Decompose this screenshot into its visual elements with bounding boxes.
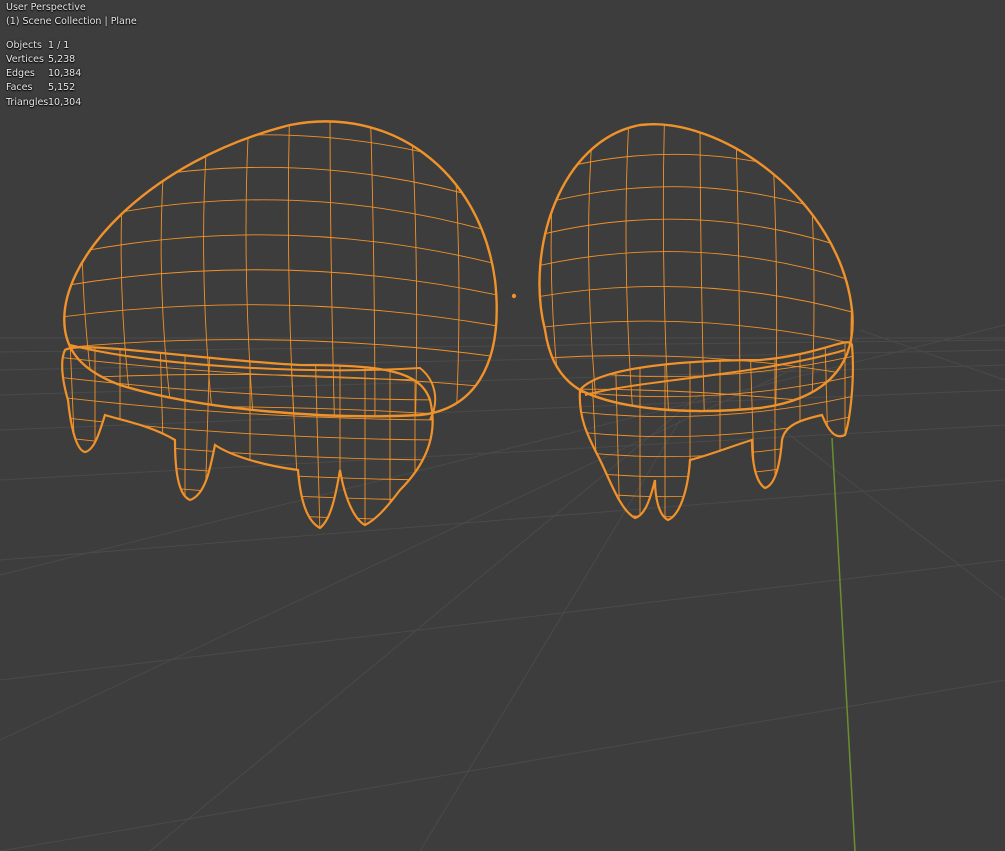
scene-context: (1) Scene Collection | Plane xyxy=(6,16,137,28)
stat-row-triangles: Triangles 10,304 xyxy=(6,96,137,110)
y-axis-line xyxy=(831,437,856,851)
viewport-text-overlay: User Perspective (1) Scene Collection | … xyxy=(6,1,137,110)
left-drip-wireframe xyxy=(61,344,437,530)
stat-value: 10,304 xyxy=(48,96,82,108)
stat-value: 5,152 xyxy=(48,82,76,94)
stat-row-objects: Objects 1 / 1 xyxy=(6,39,137,53)
stat-label: Triangles xyxy=(6,96,49,108)
view-name: User Perspective xyxy=(6,2,86,13)
3d-viewport[interactable]: User Perspective (1) Scene Collection | … xyxy=(0,0,1005,851)
stat-value: 1 / 1 xyxy=(48,39,70,51)
stat-value: 5,238 xyxy=(48,53,76,65)
stat-label: Faces xyxy=(6,82,33,94)
stat-row-edges: Edges 10,384 xyxy=(6,67,137,81)
viewport-canvas[interactable] xyxy=(0,0,1005,851)
grid-floor xyxy=(0,324,1005,851)
stat-row-vertices: Vertices 5,238 xyxy=(6,53,137,67)
stat-label: Vertices xyxy=(6,53,44,65)
stat-label: Edges xyxy=(6,68,35,80)
stat-label: Objects xyxy=(6,39,42,51)
left-mesh-wireframe xyxy=(63,120,498,418)
stat-row-faces: Faces 5,152 xyxy=(6,81,137,95)
statistics-panel: Objects 1 / 1 Vertices 5,238 Edges 10,38… xyxy=(6,39,137,110)
stat-value: 10,384 xyxy=(48,68,82,80)
object-origin-point xyxy=(511,293,517,299)
